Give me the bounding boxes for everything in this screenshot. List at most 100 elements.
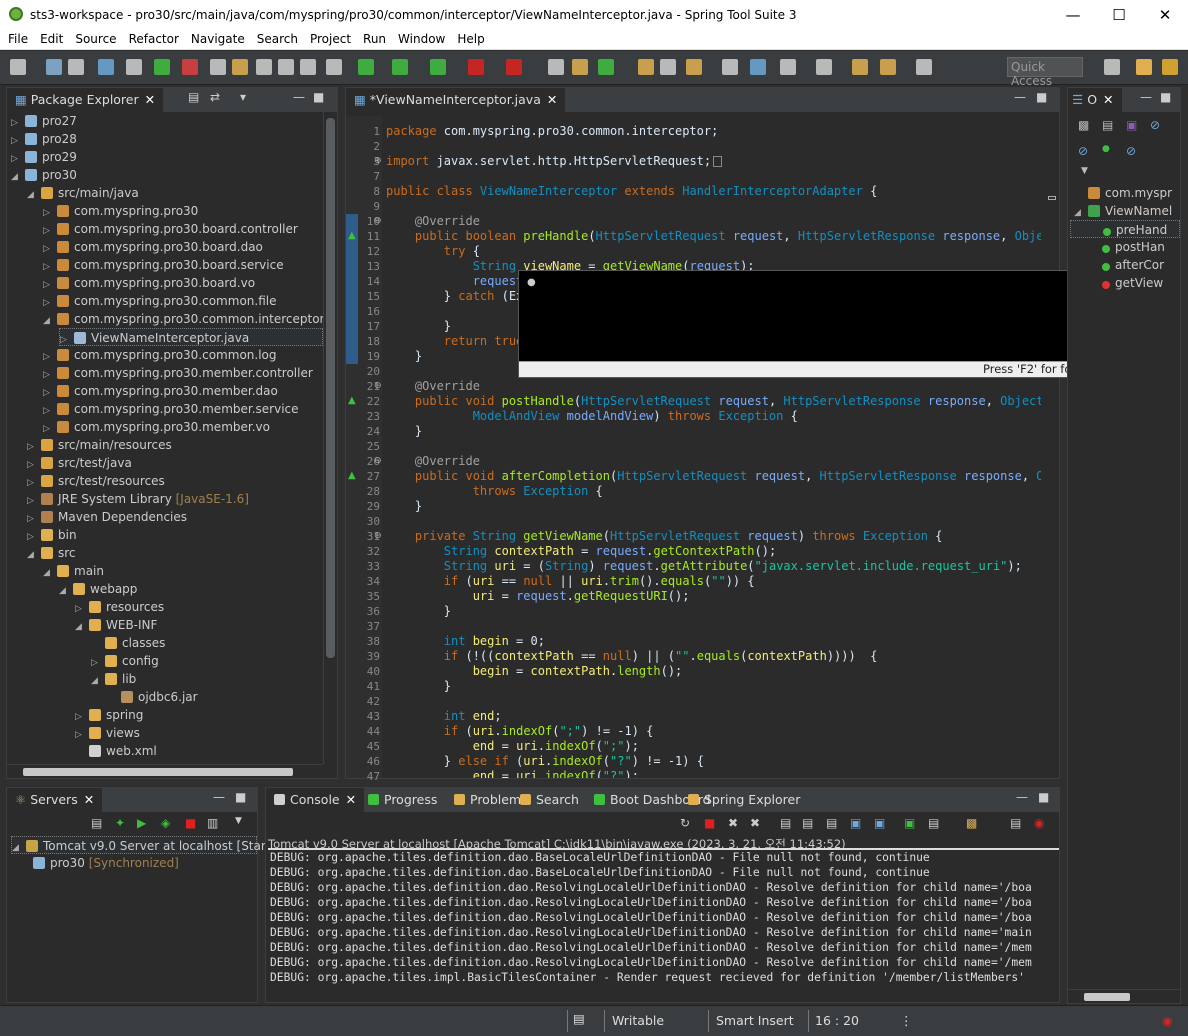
tree-item[interactable]: ▷ com.myspring.pro30.board.service — [43, 256, 284, 274]
save-icon[interactable] — [46, 59, 62, 75]
close-icon[interactable]: ✕ — [346, 792, 356, 807]
notifications-icon[interactable]: ◉ — [1162, 1013, 1173, 1028]
tree-item[interactable]: ojdbc6.jar — [107, 688, 198, 706]
next-icon[interactable] — [722, 59, 738, 75]
back-2-icon[interactable] — [880, 59, 896, 75]
tree-item[interactable]: ◢ lib — [91, 670, 136, 688]
refresh-icon[interactable] — [598, 59, 614, 75]
menu-project[interactable]: Project — [306, 30, 355, 46]
tree-item[interactable]: ◢ com.myspring.pro30.common.interceptor — [43, 310, 323, 328]
outline-item[interactable]: getView — [1102, 274, 1163, 292]
filter-icon[interactable]: ● — [1102, 144, 1110, 154]
close-icon[interactable]: ✕ — [84, 792, 94, 807]
outline-item[interactable]: preHand — [1070, 220, 1180, 238]
tree-item[interactable]: ▷ pro27 — [11, 112, 77, 130]
minimize-view-icon[interactable]: — — [1016, 790, 1028, 804]
close-icon[interactable]: ✕ — [547, 92, 557, 107]
tree-item[interactable]: ▷ com.myspring.pro30.common.log — [43, 346, 277, 364]
fold-minus-icon[interactable]: ⊖ — [374, 456, 382, 466]
minimize-view-icon[interactable]: — — [1140, 90, 1152, 104]
debug-shell-icon[interactable]: ▤ — [1010, 816, 1021, 830]
fold-minus-icon[interactable]: ⊖ — [374, 531, 382, 541]
refresh-icon[interactable]: ↻ — [680, 816, 690, 830]
horizontal-scrollbar[interactable] — [7, 764, 323, 778]
maximize-view-icon[interactable]: ■ — [1160, 90, 1171, 104]
paint-icon[interactable] — [232, 59, 248, 75]
sort-icon[interactable]: ▩ — [1078, 118, 1089, 132]
expanded-arrow-icon[interactable]: ◢ — [91, 672, 105, 690]
start-server-icon[interactable]: ▶ — [137, 816, 146, 830]
tree-item[interactable]: ▷ Maven Dependencies — [27, 508, 187, 526]
server-item[interactable]: pro30 [Synchronized] — [33, 854, 179, 872]
link-editor-icon[interactable]: ⇄ — [210, 90, 220, 104]
tree-item[interactable]: ▷ src/test/resources — [27, 472, 165, 490]
outline-item[interactable]: afterCor — [1102, 256, 1164, 274]
expanded-arrow-icon[interactable]: ◢ — [43, 564, 57, 582]
prev-icon[interactable] — [750, 59, 766, 75]
tree-item[interactable]: ◢ pro30 — [11, 166, 77, 184]
tasks-icon[interactable] — [638, 59, 654, 75]
stop-server-icon[interactable]: ■ — [185, 816, 196, 830]
pin-console-icon[interactable]: ▣ — [904, 816, 915, 830]
maximize-view-icon[interactable]: ■ — [1038, 790, 1049, 804]
new-server-icon[interactable]: ▤ — [91, 816, 102, 830]
fold-minus-icon[interactable]: ⊖ — [374, 381, 382, 391]
show-stderr-icon[interactable]: ▣ — [874, 816, 885, 830]
code-area[interactable]: package com.myspring.pro30.common.interc… — [386, 116, 1041, 778]
remove-launch-icon[interactable]: ✖ — [728, 816, 738, 830]
tree-item[interactable]: ▷ com.myspring.pro30.member.controller — [43, 364, 313, 382]
folder-icon[interactable] — [300, 59, 316, 75]
expanded-arrow-icon[interactable]: ◢ — [59, 582, 73, 600]
minimize-view-icon[interactable]: — — [293, 90, 305, 104]
menu-run[interactable]: Run — [359, 30, 390, 46]
open-type-icon[interactable] — [98, 59, 114, 75]
package-icon[interactable] — [572, 59, 588, 75]
tree-item[interactable]: ▷ com.myspring.pro30.board.controller — [43, 220, 298, 238]
scroll-lock-icon[interactable]: ▤ — [802, 816, 813, 830]
view-menu-icon[interactable]: ▼ — [1081, 166, 1088, 176]
open-task-icon[interactable] — [548, 59, 564, 75]
quick-access-field[interactable]: Quick Access — [1007, 57, 1083, 88]
link-icon[interactable]: ⊘ — [1126, 144, 1136, 158]
annotate-icon[interactable] — [686, 59, 702, 75]
menu-navigate[interactable]: Navigate — [187, 30, 249, 46]
web-icon[interactable]: ◉ — [1034, 816, 1044, 830]
tree-item[interactable]: ▷ com.myspring.pro30.board.vo — [43, 274, 255, 292]
hide-nonpublic-icon[interactable]: ⊘ — [1150, 118, 1160, 132]
hide-static-icon[interactable]: ▣ — [1126, 118, 1137, 132]
tab-console[interactable]: Console ✕ — [266, 788, 365, 812]
server-item[interactable]: ◢ Tomcat v9.0 Server at localhost [Starte — [11, 836, 278, 854]
collapse-all-icon[interactable]: ▤ — [188, 90, 199, 104]
expanded-arrow-icon[interactable]: ◢ — [27, 186, 41, 204]
save-all-icon[interactable] — [68, 59, 84, 75]
launch-icon[interactable] — [210, 59, 226, 75]
view-menu-icon[interactable]: ▼ — [235, 816, 242, 826]
close-icon[interactable]: ✕ — [145, 92, 155, 107]
tree-item[interactable]: ▷ com.myspring.pro30.common.file — [43, 292, 276, 310]
display-console-icon[interactable]: ▤ — [928, 816, 939, 830]
tree-item[interactable]: ▷ bin — [27, 526, 77, 544]
fold-plus-icon[interactable]: ⊕ — [374, 156, 382, 166]
tree-item[interactable]: ▷ com.myspring.pro30.board.dao — [43, 238, 263, 256]
debug-server-icon[interactable]: ✦ — [115, 816, 125, 830]
tree-item[interactable]: ▷ src/main/resources — [27, 436, 172, 454]
remove-all-icon[interactable]: ✖ — [750, 816, 760, 830]
clear-console-icon[interactable]: ▤ — [780, 816, 791, 830]
view-menu-icon[interactable]: ▾ — [240, 90, 246, 104]
tree-item[interactable]: ◢ src/main/java — [27, 184, 139, 202]
tree-item[interactable]: ▷ com.myspring.pro30.member.service — [43, 400, 299, 418]
tree-item[interactable]: classes — [91, 634, 165, 652]
tree-item[interactable]: ▷ ViewNameInterceptor.java — [59, 328, 323, 346]
profile-server-icon[interactable]: ◈ — [161, 816, 170, 830]
run-tool-icon[interactable] — [154, 59, 170, 75]
tree-item[interactable]: ◢ src — [27, 544, 76, 562]
tree-item[interactable]: ◢ main — [43, 562, 104, 580]
run-icon[interactable] — [392, 59, 408, 75]
outline-item[interactable]: postHan — [1102, 238, 1165, 256]
close-button[interactable]: ✕ — [1142, 0, 1188, 30]
tree-item[interactable]: ▷ com.myspring.pro30.member.vo — [43, 418, 270, 436]
expanded-arrow-icon[interactable]: ◢ — [27, 546, 41, 564]
status-menu-icon[interactable]: ⋮ — [900, 1013, 913, 1028]
format-icon[interactable] — [326, 59, 342, 75]
tree-item[interactable]: ▷ src/test/java — [27, 454, 132, 472]
